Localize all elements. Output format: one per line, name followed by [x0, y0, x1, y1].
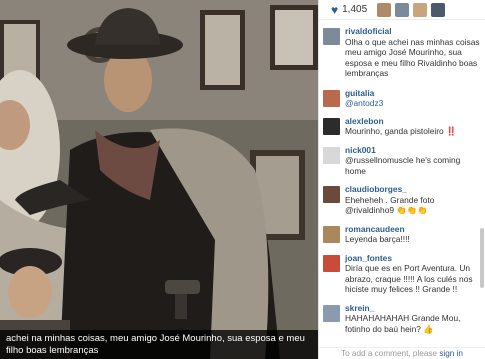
avatar[interactable] [323, 254, 340, 272]
comment-item: claudioborges_ Eheheheh . Grande foto @r… [319, 184, 485, 216]
comment-text: Leyenda barça!!!! [345, 234, 410, 244]
comment-username[interactable]: rivaldoficial [345, 26, 482, 37]
comment-text: @russellnomuscle he's coming home [345, 155, 461, 176]
liker-avatar[interactable] [413, 2, 428, 17]
avatar[interactable] [323, 117, 340, 135]
likes-row: ♥ 1,405 [319, 0, 485, 20]
comment-item: guitalia @antodz3 [319, 88, 485, 109]
comment-username[interactable]: romancaudeen [345, 224, 482, 235]
add-comment-text: To add a comment, please [341, 349, 438, 358]
comment-username[interactable]: claudioborges_ [345, 184, 482, 195]
comment-text[interactable]: @antodz3 [345, 98, 383, 108]
comment-text: Olha o que achei nas minhas coisas meu a… [345, 36, 480, 79]
liker-avatar[interactable] [395, 2, 410, 17]
comment-text: HAHAHAHAHAH Grande Mou, fotinho do baú h… [345, 313, 461, 334]
avatar[interactable] [323, 146, 340, 164]
comment-text: Diría que es en Port Aventura. Un abrazo… [345, 263, 473, 294]
sign-in-link[interactable]: sign in [439, 349, 463, 358]
comment-username[interactable]: skrein_ [345, 303, 482, 314]
comment-item: nick001 @russellnomuscle he's coming hom… [319, 145, 485, 177]
comment-text: Eheheheh . Grande foto @rivaldinho9 👏👏👏 [345, 194, 435, 216]
likes-count: 1,405 [342, 4, 368, 15]
add-comment-prompt: To add a comment, please sign in [319, 347, 485, 359]
comment-item: joan_fontes Diría que es en Port Aventur… [319, 253, 485, 295]
comment-username[interactable]: guitalia [345, 88, 482, 99]
comment-item: skrein_ HAHAHAHAHAH Grande Mou, fotinho … [319, 303, 485, 335]
comment-username[interactable]: nick001 [345, 145, 482, 156]
comment-list: rivaldoficial Olha o que achei nas minha… [319, 26, 485, 334]
avatar[interactable] [323, 225, 340, 243]
comment-item: rivaldoficial Olha o que achei nas minha… [319, 26, 485, 79]
comment-item: romancaudeen Leyenda barça!!!! [319, 224, 485, 245]
avatar[interactable] [323, 28, 340, 45]
comment-username[interactable]: joan_fontes [345, 253, 482, 264]
avatar[interactable] [323, 186, 340, 203]
avatar[interactable] [323, 304, 340, 322]
liker-avatar[interactable] [431, 2, 446, 17]
comment-item: alexlebon Mourinho, ganda pistoleiro ‼️ [319, 116, 485, 137]
liker-avatar[interactable] [377, 2, 392, 17]
comment-username[interactable]: alexlebon [345, 116, 482, 127]
heart-icon[interactable]: ♥ [331, 4, 338, 16]
photo-caption: achei na minhas coisas, meu amigo José M… [0, 330, 318, 359]
comments-panel: ♥ 1,405 rivaldoficial Olha o que achei n… [318, 0, 485, 359]
comment-text: Mourinho, ganda pistoleiro ‼️ [345, 126, 457, 136]
post-photo[interactable]: achei na minhas coisas, meu amigo José M… [0, 0, 318, 359]
vintage-cowboy-photo [0, 0, 318, 359]
scrollbar[interactable] [480, 228, 484, 288]
avatar[interactable] [323, 89, 340, 107]
